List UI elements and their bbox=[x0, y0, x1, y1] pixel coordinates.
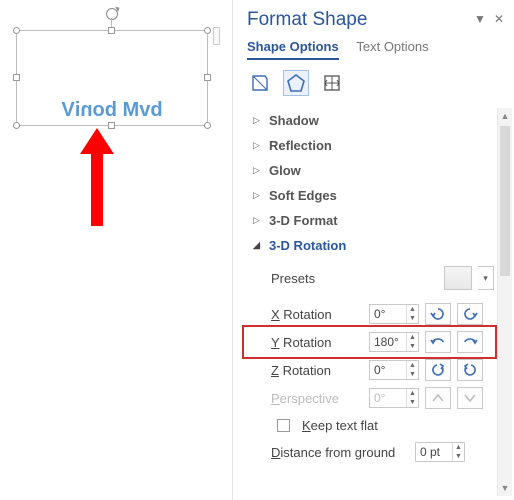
scroll-thumb[interactable] bbox=[500, 126, 510, 276]
resize-handle-ne[interactable] bbox=[204, 27, 211, 34]
checkbox-keep-text-flat[interactable] bbox=[277, 419, 290, 432]
resize-handle-e[interactable] bbox=[204, 74, 211, 81]
x-rotate-left-button[interactable] bbox=[425, 303, 451, 325]
presets-dropdown[interactable]: ▾ bbox=[478, 266, 494, 290]
resize-handle-nw[interactable] bbox=[13, 27, 20, 34]
fill-line-icon[interactable] bbox=[247, 70, 273, 96]
label-distance-from-ground: Distance from ground bbox=[271, 445, 409, 460]
effects-icon[interactable] bbox=[283, 70, 309, 96]
input-x-rotation[interactable]: 0°▲▼ bbox=[369, 304, 419, 324]
z-rotate-cw-button[interactable] bbox=[457, 359, 483, 381]
section-3d-format[interactable]: ▷3-D Format bbox=[245, 208, 494, 233]
input-distance-from-ground[interactable]: 0 pt▲▼ bbox=[415, 442, 465, 462]
pane-options-button[interactable]: ▼ bbox=[474, 12, 486, 26]
resize-handle-se[interactable] bbox=[204, 122, 211, 129]
section-soft-edges[interactable]: ▷Soft Edges bbox=[245, 183, 494, 208]
y-rotate-left-button[interactable] bbox=[425, 331, 451, 353]
label-perspective: Perspective bbox=[271, 391, 363, 406]
ruler-indent-marker[interactable] bbox=[213, 27, 220, 45]
resize-handle-w[interactable] bbox=[13, 74, 20, 81]
annotation-arrow bbox=[80, 128, 114, 226]
input-perspective: 0°▲▼ bbox=[369, 388, 419, 408]
rotation-handle[interactable] bbox=[106, 8, 118, 20]
perspective-up-button bbox=[425, 387, 451, 409]
tab-shape-options[interactable]: Shape Options bbox=[247, 37, 339, 60]
label-x-rotation: X Rotation bbox=[271, 307, 363, 322]
label-y-rotation: Y Rotation bbox=[271, 335, 363, 350]
section-glow[interactable]: ▷Glow bbox=[245, 158, 494, 183]
selected-shape[interactable]: bvM boniV bbox=[16, 30, 208, 126]
z-rotate-ccw-button[interactable] bbox=[425, 359, 451, 381]
pane-close-button[interactable]: ✕ bbox=[494, 12, 504, 26]
label-presets: Presets bbox=[271, 271, 365, 286]
pane-scrollbar[interactable]: ▲ ▼ bbox=[497, 108, 512, 496]
presets-swatch[interactable] bbox=[444, 266, 472, 290]
x-rotate-right-button[interactable] bbox=[457, 303, 483, 325]
scroll-up-button[interactable]: ▲ bbox=[498, 108, 512, 124]
perspective-down-button bbox=[457, 387, 483, 409]
input-y-rotation[interactable]: 180°▲▼ bbox=[369, 332, 419, 352]
resize-handle-sw[interactable] bbox=[13, 122, 20, 129]
section-shadow[interactable]: ▷Shadow bbox=[245, 108, 494, 133]
size-properties-icon[interactable] bbox=[319, 70, 345, 96]
label-keep-text-flat: Keep text flat bbox=[302, 418, 378, 433]
shape-text[interactable]: bvM boniV bbox=[17, 99, 207, 122]
pane-tabs: Shape Options Text Options bbox=[247, 37, 514, 60]
resize-handle-n[interactable] bbox=[108, 27, 115, 34]
y-rotate-right-button[interactable] bbox=[457, 331, 483, 353]
format-shape-pane: Format Shape ▼ ✕ Shape Options Text Opti… bbox=[233, 0, 514, 500]
label-z-rotation: Z Rotation bbox=[271, 363, 363, 378]
section-3d-rotation[interactable]: ◢3-D Rotation bbox=[245, 233, 494, 258]
section-reflection[interactable]: ▷Reflection bbox=[245, 133, 494, 158]
tab-text-options[interactable]: Text Options bbox=[356, 37, 428, 58]
input-z-rotation[interactable]: 0°▲▼ bbox=[369, 360, 419, 380]
document-canvas: bvM boniV bbox=[0, 0, 233, 500]
scroll-down-button[interactable]: ▼ bbox=[498, 480, 512, 496]
